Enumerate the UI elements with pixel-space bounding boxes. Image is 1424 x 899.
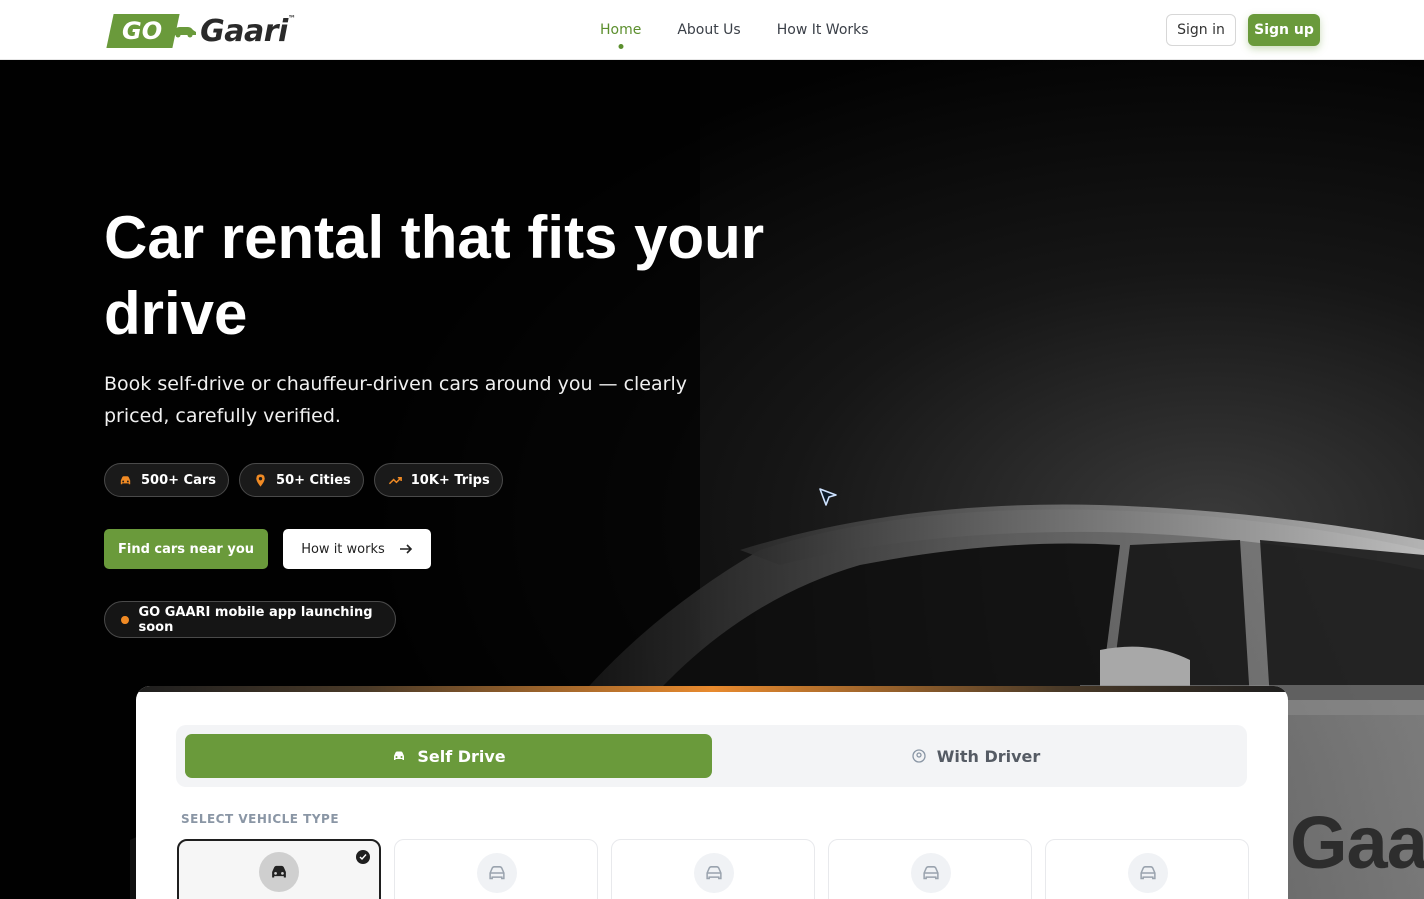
sign-in-button[interactable]: Sign in <box>1166 14 1236 46</box>
vehicle-icon-circle <box>694 853 734 893</box>
site-header: GO Gaari™ Home About Us How It Works Sig… <box>0 0 1424 60</box>
vehicle-type-list <box>177 839 1249 899</box>
car-icon <box>706 866 722 880</box>
map-pin-icon <box>256 473 265 487</box>
vehicle-type-option[interactable] <box>828 839 1032 899</box>
vehicle-type-option[interactable] <box>1045 839 1249 899</box>
trending-up-icon <box>388 476 402 484</box>
brand-logo[interactable]: GO Gaari™ <box>106 12 310 50</box>
card-accent-bar <box>136 686 1288 692</box>
hero-title: Car rental that fits your drive <box>104 204 765 347</box>
find-cars-button[interactable]: Find cars near you <box>104 529 268 569</box>
active-indicator-dot <box>618 44 624 49</box>
vehicle-type-label: SELECT VEHICLE TYPE <box>181 812 340 826</box>
sign-up-button[interactable]: Sign up <box>1248 14 1320 46</box>
background-car-decal: Gaar <box>1290 801 1424 884</box>
vehicle-type-option[interactable] <box>177 839 381 899</box>
vehicle-icon-circle <box>1128 853 1168 893</box>
tab-with-driver[interactable]: With Driver <box>712 734 1239 778</box>
nav-home[interactable]: Home <box>600 22 641 49</box>
drive-mode-toggle: Self Drive With Driver <box>176 725 1247 787</box>
nav-how-it-works[interactable]: How It Works <box>777 22 869 38</box>
tab-self-drive[interactable]: Self Drive <box>185 734 712 778</box>
logo-go-mark: GO <box>106 14 180 48</box>
logo-wordmark: Gaari™ <box>200 13 296 49</box>
vehicle-icon-circle <box>911 853 951 893</box>
stat-badge-trips: 10K+ Trips <box>373 463 503 497</box>
car-icon <box>489 866 505 880</box>
nav-about-us[interactable]: About Us <box>677 22 740 38</box>
vehicle-icon-circle <box>259 852 299 892</box>
booking-card: Self Drive With Driver SELECT VEHICLE TY… <box>136 686 1288 899</box>
stat-badge-cars: 500+ Cars <box>104 463 230 497</box>
check-icon <box>356 850 370 864</box>
stats-row: 500+ Cars 50+ Cities 10K+ Trips <box>104 463 503 497</box>
hero-subtitle: Book self-drive or chauffeur-driven cars… <box>104 373 687 427</box>
user-circle-icon <box>912 749 926 763</box>
vehicle-type-option[interactable] <box>611 839 815 899</box>
car-icon <box>923 866 939 880</box>
mouse-cursor-icon <box>819 488 837 506</box>
car-icon <box>394 751 405 760</box>
vehicle-type-option[interactable] <box>394 839 598 899</box>
status-dot-icon <box>121 615 129 624</box>
car-icon <box>1140 866 1156 880</box>
stat-badge-cities: 50+ Cities <box>239 463 364 497</box>
car-icon <box>120 475 131 484</box>
vehicle-icon-circle <box>477 853 517 893</box>
main-nav: Home About Us How It Works <box>600 0 869 60</box>
arrow-right-icon <box>399 544 412 554</box>
car-icon <box>272 865 286 878</box>
app-launch-badge: GO GAARI mobile app launching soon <box>104 601 396 638</box>
how-it-works-button[interactable]: How it works <box>283 529 431 569</box>
